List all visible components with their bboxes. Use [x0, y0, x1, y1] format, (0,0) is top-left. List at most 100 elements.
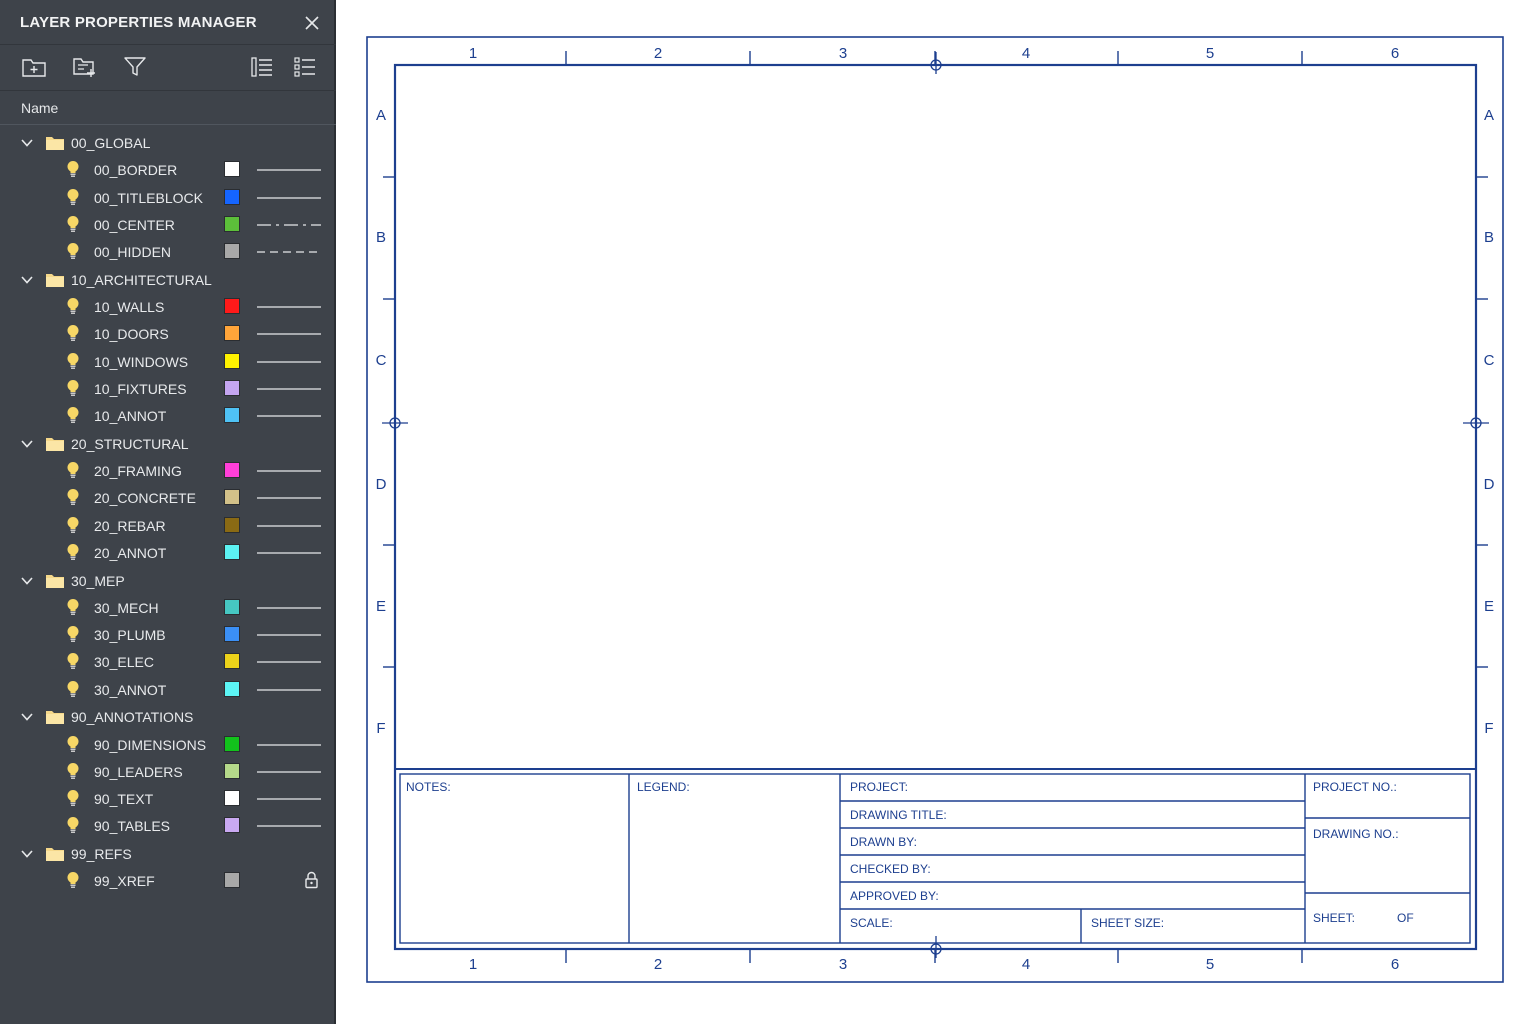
layer-color-swatch[interactable]	[224, 161, 240, 177]
lightbulb-icon[interactable]	[66, 871, 80, 889]
linetype-continuous[interactable]	[257, 661, 321, 663]
layer-row[interactable]: 90_TEXT	[0, 785, 336, 812]
layer-name[interactable]: 20_ANNOT	[94, 545, 166, 561]
layer-name[interactable]: 30_ANNOT	[94, 682, 166, 698]
drawing-canvas[interactable]: 112233445566AABBCCDDEEFF NOTES: LEGEND: …	[338, 0, 1536, 1024]
layer-row[interactable]: 90_DIMENSIONS	[0, 731, 336, 758]
linetype-continuous[interactable]	[257, 497, 321, 499]
lightbulb-icon[interactable]	[66, 160, 80, 178]
layer-row[interactable]: 20_CONCRETE	[0, 484, 336, 511]
layer-name[interactable]: 00_CENTER	[94, 217, 175, 233]
layer-name[interactable]: 00_TITLEBLOCK	[94, 190, 203, 206]
lightbulb-icon[interactable]	[66, 352, 80, 370]
layer-name[interactable]: 10_ANNOT	[94, 408, 166, 424]
layer-color-swatch[interactable]	[224, 243, 240, 259]
linetype-continuous[interactable]	[257, 306, 321, 308]
linetype-continuous[interactable]	[257, 361, 321, 363]
chevron-down-icon[interactable]	[20, 273, 34, 287]
lightbulb-icon[interactable]	[66, 735, 80, 753]
linetype-continuous[interactable]	[257, 197, 321, 199]
layer-row[interactable]: 30_MECH	[0, 594, 336, 621]
layer-name[interactable]: 30_MECH	[94, 600, 159, 616]
layer-name[interactable]: 30_PLUMB	[94, 627, 166, 643]
lightbulb-icon[interactable]	[66, 297, 80, 315]
layer-row[interactable]: 30_ELEC	[0, 648, 336, 675]
lightbulb-icon[interactable]	[66, 789, 80, 807]
chevron-down-icon[interactable]	[20, 710, 34, 724]
layer-row[interactable]: 00_BORDER	[0, 156, 336, 183]
layer-row[interactable]: 00_CENTER	[0, 211, 336, 238]
layer-group-row[interactable]: 90_ANNOTATIONS	[0, 703, 336, 730]
lightbulb-icon[interactable]	[66, 680, 80, 698]
layer-row[interactable]: 10_ANNOT	[0, 402, 336, 429]
layer-group-row[interactable]: 99_REFS	[0, 840, 336, 867]
layer-group-row[interactable]: 10_ARCHITECTURAL	[0, 266, 336, 293]
layer-color-swatch[interactable]	[224, 653, 240, 669]
linetype-center[interactable]	[257, 224, 321, 226]
linetype-continuous[interactable]	[257, 607, 321, 609]
layer-row[interactable]: 10_WALLS	[0, 293, 336, 320]
lightbulb-icon[interactable]	[66, 543, 80, 561]
lightbulb-icon[interactable]	[66, 215, 80, 233]
layer-name[interactable]: 90_LEADERS	[94, 764, 183, 780]
layer-name[interactable]: 20_REBAR	[94, 518, 166, 534]
layer-name[interactable]: 30_ELEC	[94, 654, 154, 670]
lightbulb-icon[interactable]	[66, 324, 80, 342]
linetype-continuous[interactable]	[257, 552, 321, 554]
layer-name[interactable]: 10_WALLS	[94, 299, 164, 315]
linetype-hidden[interactable]	[257, 251, 321, 253]
layer-color-swatch[interactable]	[224, 325, 240, 341]
layer-group-row[interactable]: 30_MEP	[0, 567, 336, 594]
lightbulb-icon[interactable]	[66, 379, 80, 397]
layer-name[interactable]: 99_XREF	[94, 873, 155, 889]
linetype-continuous[interactable]	[257, 333, 321, 335]
layer-row[interactable]: 10_WINDOWS	[0, 348, 336, 375]
lightbulb-icon[interactable]	[66, 488, 80, 506]
layer-color-swatch[interactable]	[224, 872, 240, 888]
layer-color-swatch[interactable]	[224, 298, 240, 314]
layer-color-swatch[interactable]	[224, 353, 240, 369]
layer-name[interactable]: 00_BORDER	[94, 162, 177, 178]
layer-row[interactable]: 00_TITLEBLOCK	[0, 184, 336, 211]
chevron-down-icon[interactable]	[20, 574, 34, 588]
lightbulb-icon[interactable]	[66, 598, 80, 616]
layer-color-swatch[interactable]	[224, 736, 240, 752]
layer-color-swatch[interactable]	[224, 817, 240, 833]
lightbulb-icon[interactable]	[66, 242, 80, 260]
new-layer-icon[interactable]	[21, 54, 47, 80]
details-view-icon[interactable]	[292, 54, 318, 80]
layer-name[interactable]: 90_DIMENSIONS	[94, 737, 206, 753]
layer-group-row[interactable]: 00_GLOBAL	[0, 129, 336, 156]
linetype-continuous[interactable]	[257, 825, 321, 827]
lightbulb-icon[interactable]	[66, 516, 80, 534]
layer-color-swatch[interactable]	[224, 544, 240, 560]
lightbulb-icon[interactable]	[66, 461, 80, 479]
close-icon[interactable]	[302, 13, 322, 33]
layer-color-swatch[interactable]	[224, 216, 240, 232]
lightbulb-icon[interactable]	[66, 406, 80, 424]
layer-color-swatch[interactable]	[224, 407, 240, 423]
layer-group-row[interactable]: 20_STRUCTURAL	[0, 430, 336, 457]
linetype-continuous[interactable]	[257, 771, 321, 773]
filter-icon[interactable]	[122, 54, 148, 80]
linetype-continuous[interactable]	[257, 525, 321, 527]
layer-color-swatch[interactable]	[224, 517, 240, 533]
layer-name[interactable]: 90_TABLES	[94, 818, 170, 834]
layer-row[interactable]: 20_REBAR	[0, 512, 336, 539]
layer-row[interactable]: 10_FIXTURES	[0, 375, 336, 402]
chevron-down-icon[interactable]	[20, 847, 34, 861]
layer-row[interactable]: 30_PLUMB	[0, 621, 336, 648]
layer-row[interactable]: 10_DOORS	[0, 320, 336, 347]
layer-color-swatch[interactable]	[224, 462, 240, 478]
linetype-continuous[interactable]	[257, 470, 321, 472]
layer-name[interactable]: 00_HIDDEN	[94, 244, 171, 260]
linetype-continuous[interactable]	[257, 415, 321, 417]
linetype-continuous[interactable]	[257, 689, 321, 691]
layer-color-swatch[interactable]	[224, 763, 240, 779]
linetype-continuous[interactable]	[257, 744, 321, 746]
layer-name[interactable]: 10_FIXTURES	[94, 381, 187, 397]
lightbulb-icon[interactable]	[66, 625, 80, 643]
layer-row[interactable]: 30_ANNOT	[0, 676, 336, 703]
layer-row[interactable]: 20_ANNOT	[0, 539, 336, 566]
linetype-continuous[interactable]	[257, 798, 321, 800]
